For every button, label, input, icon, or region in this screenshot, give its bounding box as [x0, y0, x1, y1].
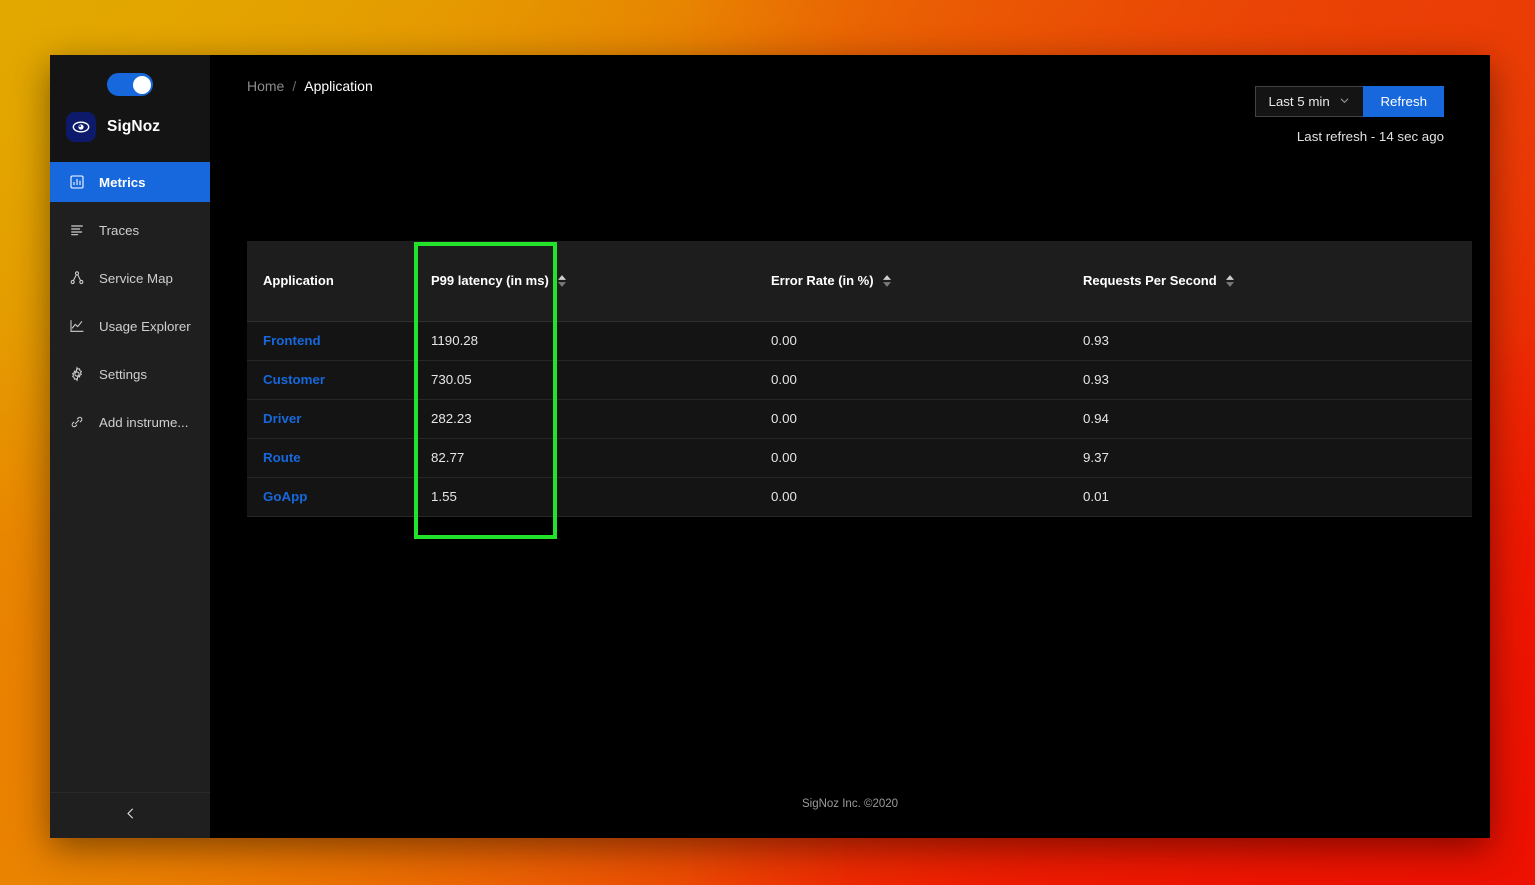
- sidebar-header: SigNoz: [50, 55, 210, 162]
- cell-application[interactable]: Customer: [247, 360, 415, 400]
- breadcrumb: Home / Application: [247, 78, 373, 94]
- column-header-requests-per-second[interactable]: Requests Per Second: [1067, 241, 1472, 322]
- table-head: Application P99 latency (in ms) Error Ra…: [247, 241, 1472, 322]
- cell-requests-per-second: 0.01: [1067, 477, 1472, 517]
- cell-application[interactable]: Route: [247, 438, 415, 478]
- cell-p99-latency: 1.55: [415, 477, 755, 517]
- time-range-select[interactable]: Last 5 min: [1255, 86, 1364, 117]
- column-header-label: P99 latency (in ms): [431, 273, 549, 289]
- gear-icon: [68, 366, 85, 383]
- application-link[interactable]: Route: [263, 450, 301, 465]
- footer: SigNoz Inc. ©2020: [210, 782, 1490, 826]
- dark-mode-toggle[interactable]: [107, 73, 153, 96]
- sort-toggle-icon[interactable]: [1225, 274, 1234, 287]
- theme-toggle-container: [50, 73, 210, 96]
- sidebar-nav: Metrics Traces Service Map Usage Explore…: [50, 162, 210, 442]
- app-window: SigNoz Metrics Traces Service Map Usage …: [50, 55, 1490, 838]
- sidebar-item-service-map[interactable]: Service Map: [50, 258, 210, 298]
- column-header-label: Requests Per Second: [1083, 273, 1217, 289]
- cell-p99-latency: 282.23: [415, 399, 755, 439]
- sidebar-item-label: Metrics: [99, 174, 146, 190]
- table-row[interactable]: Customer 730.05 0.00 0.93: [247, 360, 1472, 400]
- column-header-application[interactable]: Application: [247, 241, 415, 322]
- sidebar-item-usage-explorer[interactable]: Usage Explorer: [50, 306, 210, 346]
- sidebar-item-label: Add instrume...: [99, 414, 189, 430]
- eye-icon: [66, 112, 96, 142]
- column-header-p99-latency[interactable]: P99 latency (in ms): [415, 241, 755, 322]
- sidebar: SigNoz Metrics Traces Service Map Usage …: [50, 55, 210, 838]
- cell-error-rate: 0.00: [755, 399, 1067, 439]
- cell-requests-per-second: 9.37: [1067, 438, 1472, 478]
- sidebar-item-label: Service Map: [99, 270, 173, 286]
- cell-p99-latency: 82.77: [415, 438, 755, 478]
- sidebar-item-label: Traces: [99, 222, 140, 238]
- column-header-label: Error Rate (in %): [771, 273, 874, 289]
- table-header-row: Application P99 latency (in ms) Error Ra…: [247, 241, 1472, 322]
- chevron-left-icon: [123, 806, 138, 826]
- table-row[interactable]: Route 82.77 0.00 9.37: [247, 438, 1472, 478]
- cell-p99-latency: 730.05: [415, 360, 755, 400]
- cell-application[interactable]: Driver: [247, 399, 415, 439]
- cell-application[interactable]: GoApp: [247, 477, 415, 517]
- table-area: Application P99 latency (in ms) Error Ra…: [210, 127, 1490, 838]
- sidebar-collapse-button[interactable]: [50, 792, 210, 838]
- main-content: Home / Application Last 5 min Refresh La…: [210, 55, 1490, 838]
- time-range-value: Last 5 min: [1268, 94, 1330, 109]
- sidebar-item-label: Usage Explorer: [99, 318, 191, 334]
- table-row[interactable]: Driver 282.23 0.00 0.94: [247, 399, 1472, 439]
- chevron-down-icon: [1339, 94, 1350, 109]
- sidebar-item-metrics[interactable]: Metrics: [50, 162, 210, 202]
- cell-error-rate: 0.00: [755, 438, 1067, 478]
- table-row[interactable]: GoApp 1.55 0.00 0.01: [247, 477, 1472, 517]
- cell-requests-per-second: 0.94: [1067, 399, 1472, 439]
- sort-toggle-icon[interactable]: [557, 274, 566, 287]
- cell-p99-latency: 1190.28: [415, 321, 755, 361]
- breadcrumb-current: Application: [304, 78, 373, 94]
- cell-application[interactable]: Frontend: [247, 321, 415, 361]
- link-chain-icon: [68, 414, 85, 431]
- footer-text: SigNoz Inc. ©2020: [801, 798, 899, 810]
- application-metrics-table: Application P99 latency (in ms) Error Ra…: [247, 241, 1472, 517]
- sidebar-item-traces[interactable]: Traces: [50, 210, 210, 250]
- application-link[interactable]: Customer: [263, 372, 325, 387]
- column-header-error-rate[interactable]: Error Rate (in %): [755, 241, 1067, 322]
- table-body: Frontend 1190.28 0.00 0.93 Customer 730.…: [247, 321, 1472, 517]
- sort-toggle-icon[interactable]: [882, 274, 891, 287]
- cell-requests-per-second: 0.93: [1067, 360, 1472, 400]
- breadcrumb-separator: /: [292, 78, 297, 94]
- topbar: Home / Application Last 5 min Refresh La…: [210, 55, 1490, 144]
- table-row[interactable]: Frontend 1190.28 0.00 0.93: [247, 321, 1472, 361]
- sidebar-item-add-instrumentation[interactable]: Add instrume...: [50, 402, 210, 442]
- refresh-button[interactable]: Refresh: [1363, 86, 1444, 117]
- node-graph-icon: [68, 270, 85, 287]
- controls-row: Last 5 min Refresh: [1255, 86, 1444, 117]
- sidebar-item-label: Settings: [99, 366, 148, 382]
- line-chart-icon: [68, 318, 85, 335]
- brand[interactable]: SigNoz: [50, 112, 210, 148]
- application-link[interactable]: GoApp: [263, 489, 307, 504]
- column-header-label: Application: [263, 273, 334, 289]
- sidebar-item-settings[interactable]: Settings: [50, 354, 210, 394]
- toggle-knob: [132, 75, 151, 94]
- cell-requests-per-second: 0.93: [1067, 321, 1472, 361]
- cell-error-rate: 0.00: [755, 360, 1067, 400]
- list-lines-icon: [68, 222, 85, 239]
- breadcrumb-home[interactable]: Home: [247, 78, 284, 94]
- brand-name: SigNoz: [107, 118, 161, 135]
- bar-chart-icon: [68, 174, 85, 191]
- application-link[interactable]: Driver: [263, 411, 301, 426]
- application-link[interactable]: Frontend: [263, 333, 321, 348]
- cell-error-rate: 0.00: [755, 477, 1067, 517]
- cell-error-rate: 0.00: [755, 321, 1067, 361]
